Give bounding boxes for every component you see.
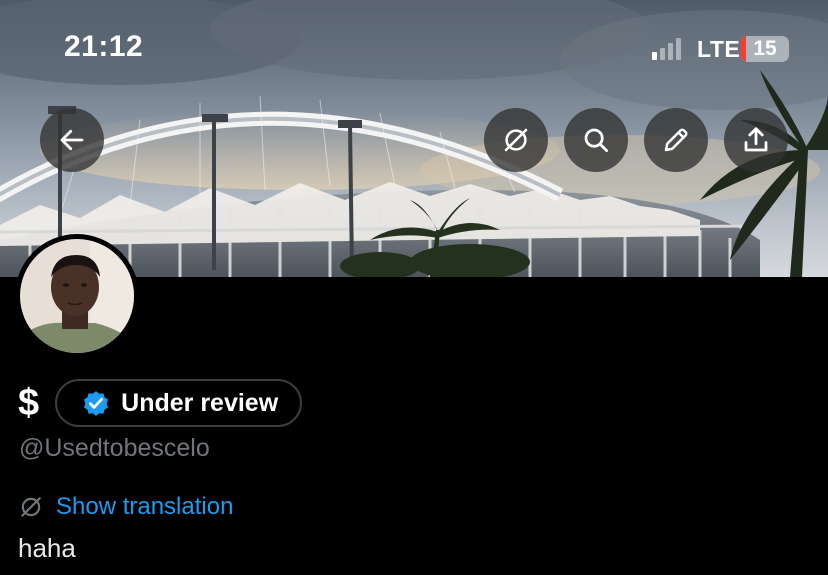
search-button[interactable]	[564, 108, 628, 172]
status-time: 21:12	[64, 30, 144, 63]
profile-name-row: $ Under review	[18, 378, 303, 428]
share-button[interactable]	[724, 108, 788, 172]
translate-off-icon	[504, 128, 528, 152]
profile-bio: haha	[18, 533, 76, 563]
arrow-left-icon	[60, 129, 84, 151]
avatar-photo	[20, 239, 134, 353]
battery-icon: 15	[741, 36, 789, 62]
display-name: $	[18, 381, 40, 424]
pencil-icon	[664, 128, 688, 152]
verification-status-pill[interactable]: Under review	[55, 379, 303, 427]
status-bar: 21:12 LTE 15	[0, 0, 828, 100]
back-button[interactable]	[40, 108, 104, 172]
verification-status-label: Under review	[121, 388, 279, 417]
edit-button[interactable]	[644, 108, 708, 172]
profile-avatar[interactable]	[15, 234, 139, 358]
search-icon	[584, 128, 608, 152]
translate-toggle-button[interactable]	[484, 108, 548, 172]
translate-off-icon	[18, 494, 44, 520]
show-translation-link[interactable]: Show translation	[56, 493, 233, 521]
profile-handle: @Usedtobescelo	[19, 434, 210, 462]
network-type: LTE	[697, 36, 741, 62]
battery-percent: 15	[753, 37, 777, 60]
cellular-signal-icon	[652, 38, 681, 60]
verified-badge-icon	[81, 388, 111, 418]
show-translation-row[interactable]: Show translation	[18, 493, 233, 521]
share-icon	[744, 127, 768, 152]
